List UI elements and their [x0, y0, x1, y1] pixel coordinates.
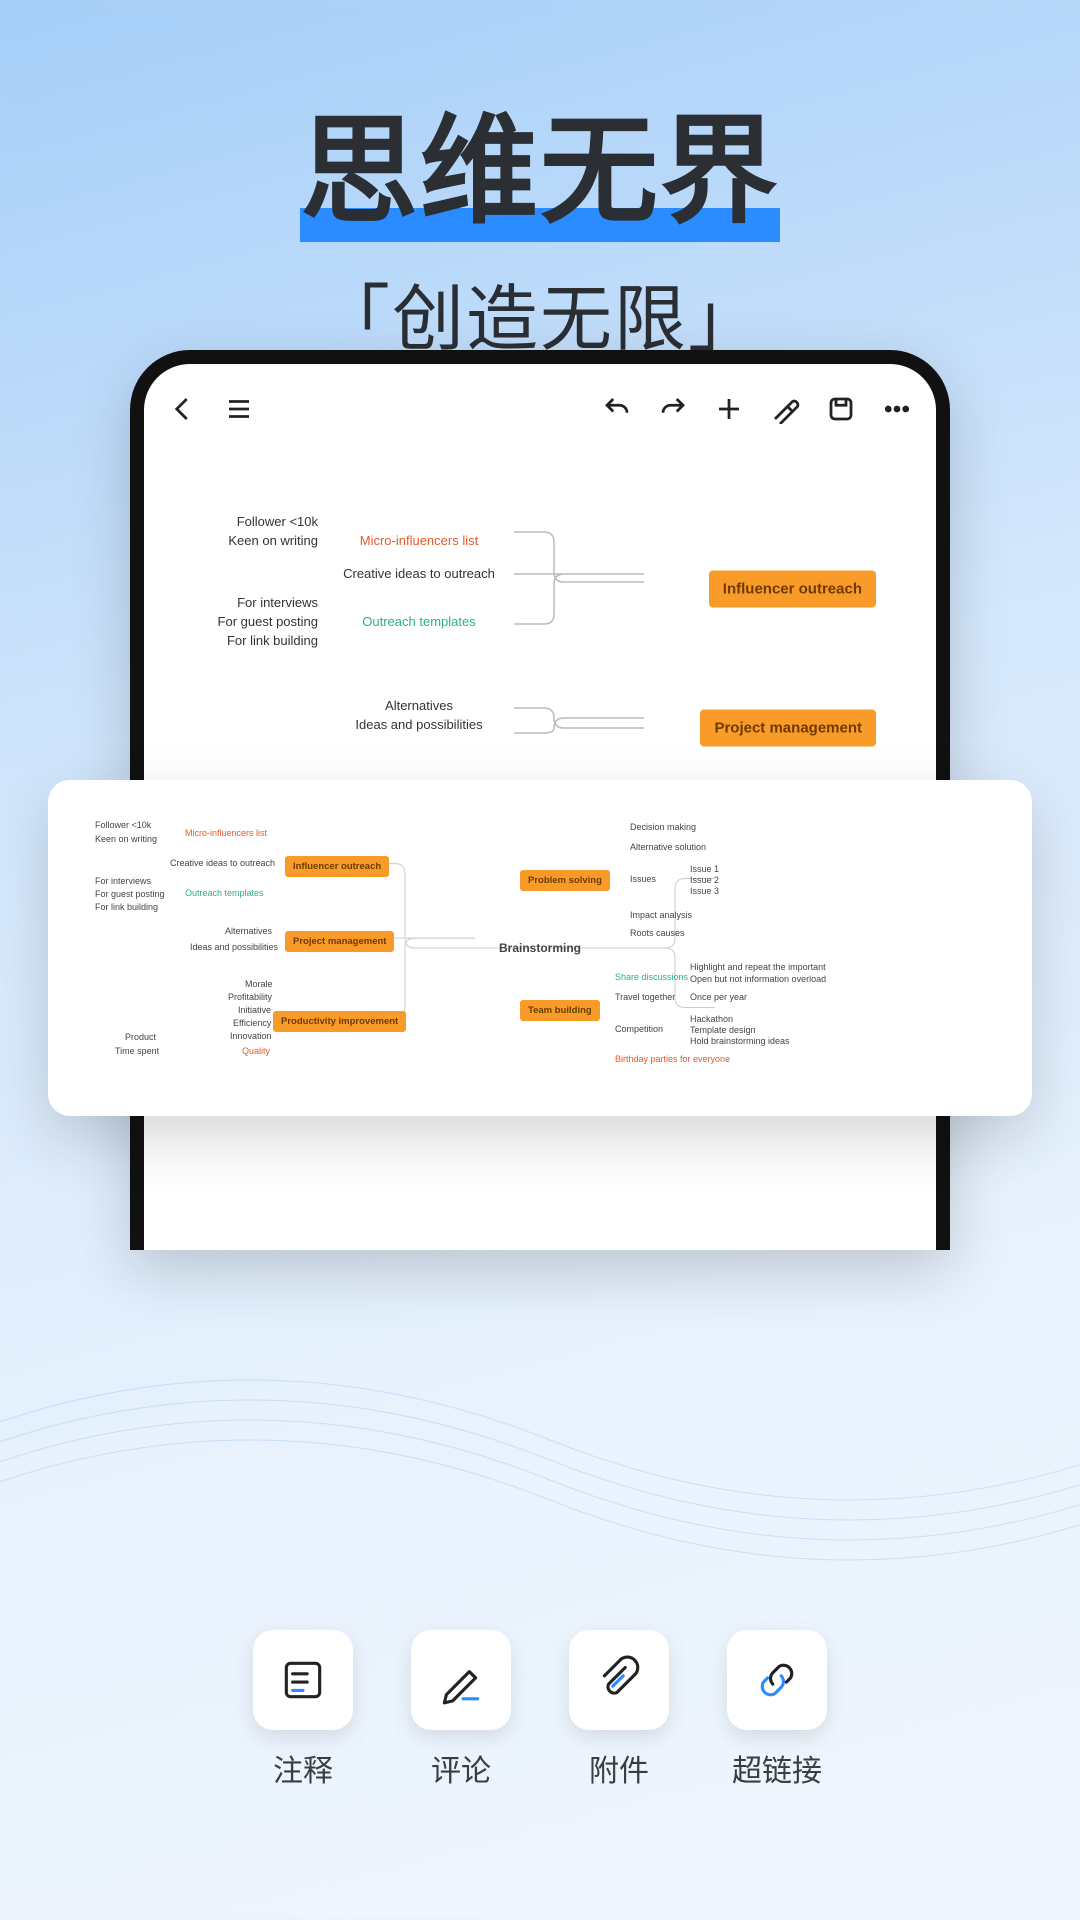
mm-mid: Initiative [238, 1005, 271, 1015]
mm-leaf: Open but not information overload [690, 974, 826, 984]
mm-leaf: Follower <10k [174, 514, 324, 529]
mm-mid: Creative ideas to outreach [170, 858, 275, 868]
mm-box[interactable]: Productivity improvement [273, 1011, 406, 1032]
editor-toolbar [144, 364, 936, 454]
mm-box[interactable]: Influencer outreach [285, 856, 389, 877]
mm-leaf: Template design [690, 1025, 756, 1035]
mm-mid: Travel together [615, 992, 675, 1002]
feature-hyperlink[interactable]: 超链接 [727, 1630, 827, 1790]
mm-mid: Birthday parties for everyone [615, 1054, 730, 1064]
mm-leaf: For link building [95, 902, 158, 912]
mm-mid: Ideas and possibilities [190, 942, 278, 952]
mm-leaf: Issue 3 [690, 886, 719, 896]
mm-box[interactable]: Team building [520, 1000, 600, 1021]
mindmap-canvas[interactable]: Follower <10k Keen on writingMicro-influ… [144, 454, 936, 832]
mm-mid: Morale [245, 979, 273, 989]
mm-leaf: For link building [174, 633, 324, 648]
save-icon[interactable] [826, 394, 856, 424]
mm-mid: Alternatives [225, 926, 272, 936]
mm-box[interactable]: Project management [285, 931, 394, 952]
mm-leaf: Product [125, 1032, 156, 1042]
clip-icon [594, 1655, 644, 1705]
mm-mid: Efficiency [233, 1018, 271, 1028]
mm-leaf: Hackathon [690, 1014, 733, 1024]
note-icon [278, 1655, 328, 1705]
mm-leaf: For guest posting [174, 614, 324, 629]
undo-icon[interactable] [602, 394, 632, 424]
pencil-icon [436, 1655, 486, 1705]
mm-leaf: Follower <10k [95, 820, 151, 830]
mm-mid: Share discussions [615, 972, 688, 982]
feature-attachment[interactable]: 附件 [569, 1630, 669, 1790]
mm-mid: Profitability [228, 992, 272, 1002]
mm-leaf: Highlight and repeat the important [690, 962, 826, 972]
mm-mid: Roots causes [630, 928, 685, 938]
mm-mid: Quality [242, 1046, 270, 1056]
mm-leaf: Issue 1 [690, 864, 719, 874]
mm-mid: Micro-influencers list [185, 828, 267, 838]
mm-center: Brainstorming [499, 941, 581, 955]
mindmap-full[interactable]: Brainstorming Influencer outreach Projec… [70, 814, 1010, 1082]
decorative-wave [0, 1240, 1080, 1640]
more-icon[interactable] [882, 394, 912, 424]
mm-box[interactable]: Problem solving [520, 870, 610, 891]
mm-leaf: Hold brainstorming ideas [690, 1036, 790, 1046]
mm-mid: Decision making [630, 822, 696, 832]
mm-leaf: For guest posting [95, 889, 165, 899]
feature-comment[interactable]: 评论 [411, 1630, 511, 1790]
menu-icon[interactable] [224, 394, 254, 424]
mm-leaf: Issue 2 [690, 875, 719, 885]
add-icon[interactable] [714, 394, 744, 424]
mm-leaf: For interviews [95, 876, 151, 886]
feature-row: 注释 评论 附件 超链接 [0, 1630, 1080, 1790]
link-icon [752, 1655, 802, 1705]
feature-note[interactable]: 注释 [253, 1630, 353, 1790]
mm-leaf: Keen on writing [95, 834, 157, 844]
mm-leaf: Once per year [690, 992, 747, 1002]
style-icon[interactable] [770, 394, 800, 424]
mm-mid: Impact analysis [630, 910, 692, 920]
mm-box[interactable]: Influencer outreach [709, 571, 876, 608]
back-icon[interactable] [168, 394, 198, 424]
mm-leaf: Time spent [115, 1046, 159, 1056]
mm-leaf: For interviews [174, 595, 324, 610]
mm-box[interactable]: Project management [700, 710, 876, 747]
mm-mid: Alternative solution [630, 842, 706, 852]
mm-mid: Outreach templates [185, 888, 264, 898]
mm-mid: Competition [615, 1024, 663, 1034]
mm-mid: Issues [630, 874, 656, 884]
mindmap-overview-card: Brainstorming Influencer outreach Projec… [48, 780, 1032, 1116]
mm-leaf: Keen on writing [174, 533, 324, 548]
mm-mid: Innovation [230, 1031, 272, 1041]
redo-icon[interactable] [658, 394, 688, 424]
headline-title: 思维无界 [300, 75, 780, 246]
